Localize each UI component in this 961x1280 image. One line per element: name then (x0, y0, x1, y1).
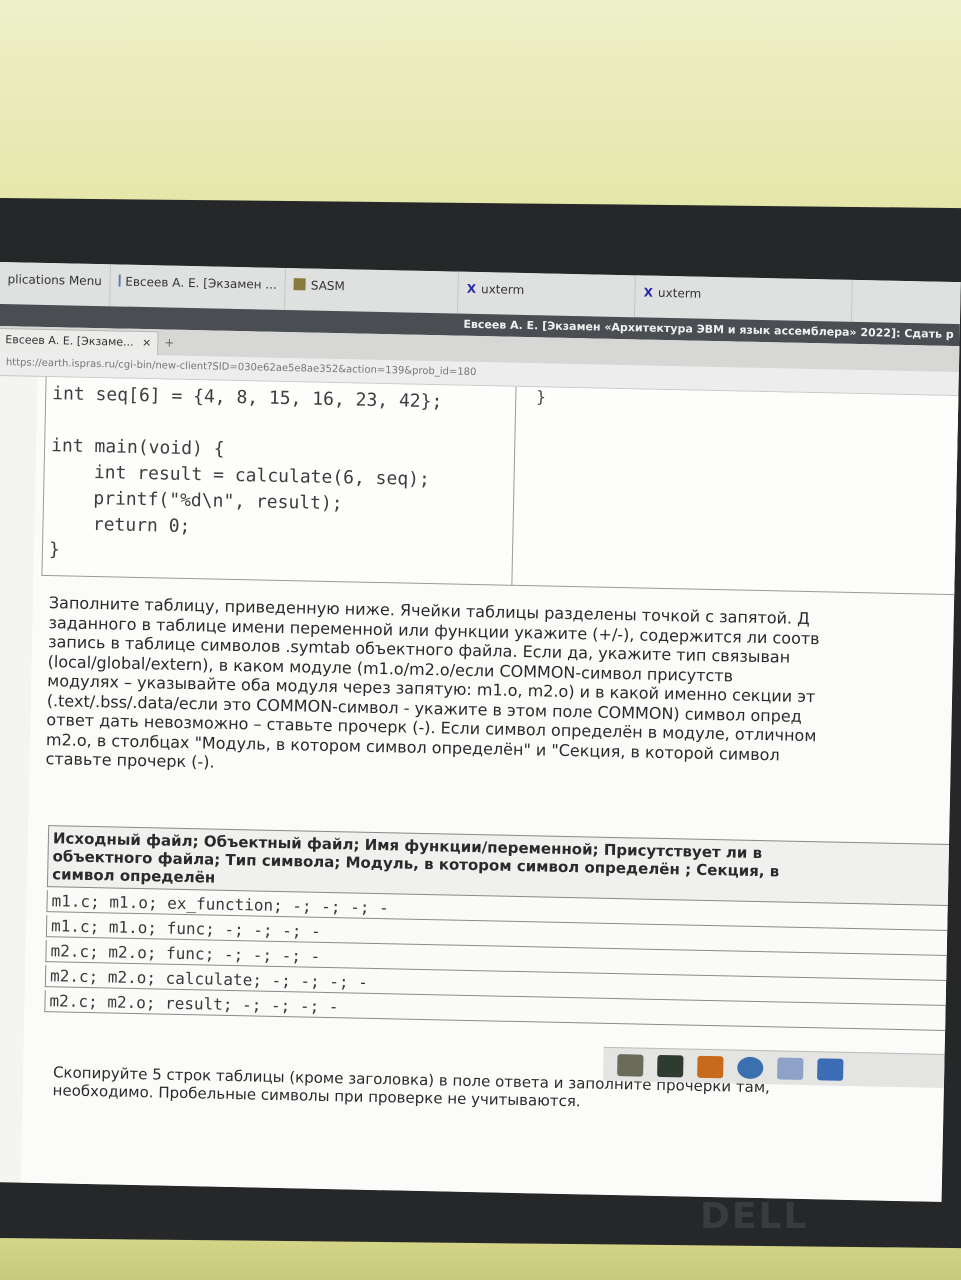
closing-brace: } (536, 387, 547, 407)
browser-task-label: Евсеев А. Е. [Экзамен ... (125, 274, 277, 292)
c-source-code: int seq[6] = {4, 8, 15, 16, 23, 42}; int… (48, 383, 443, 561)
monitor-icon[interactable] (617, 1054, 644, 1077)
x-icon: X (466, 281, 477, 296)
sasm-icon (293, 278, 306, 291)
taskbar-item-uxterm-1[interactable]: X uxterm (458, 271, 637, 318)
wall-background (0, 0, 961, 215)
bottom-panel (602, 1046, 945, 1088)
taskbar-item-apps-menu[interactable]: plications Menu (0, 262, 112, 307)
code-panel-right: } (511, 386, 961, 596)
apps-menu-label: plications Menu (7, 272, 103, 289)
taskbar-item-uxterm-2[interactable]: X uxterm (635, 275, 854, 322)
search-icon[interactable] (777, 1057, 804, 1080)
code-panel-left: int seq[6] = {4, 8, 15, 16, 23, 42}; int… (41, 376, 518, 586)
folder-icon[interactable] (817, 1058, 844, 1081)
globe-icon[interactable] (737, 1056, 764, 1080)
x-icon: X (643, 285, 654, 300)
browser-tab[interactable]: Евсеев А. Е. [Экзаме... × (0, 327, 159, 356)
monitor-screen: plications Menu Евсеев А. Е. [Экзамен ..… (0, 262, 961, 1202)
uxterm-task-label: uxterm (480, 282, 525, 297)
taskbar-item-sasm[interactable]: SASM (285, 267, 460, 314)
files-icon[interactable] (697, 1055, 724, 1079)
uxterm-task-label: uxterm (657, 285, 702, 301)
browser-tab-label: Евсеев А. Е. [Экзаме... (5, 333, 134, 349)
terminal-icon[interactable] (657, 1054, 684, 1078)
sasm-task-label: SASM (310, 278, 345, 294)
task-instructions: Заполните таблицу, приведенную ниже. Яче… (45, 593, 953, 787)
browser-icon (118, 274, 121, 287)
dell-logo: DELL (700, 1196, 809, 1237)
taskbar-item-browser[interactable]: Евсеев А. Е. [Экзамен ... (110, 264, 287, 310)
new-tab-button[interactable]: + (164, 335, 174, 349)
symbol-table: Исходный файл; Объектный файл; Имя функц… (44, 825, 954, 1032)
close-icon[interactable]: × (142, 336, 151, 349)
